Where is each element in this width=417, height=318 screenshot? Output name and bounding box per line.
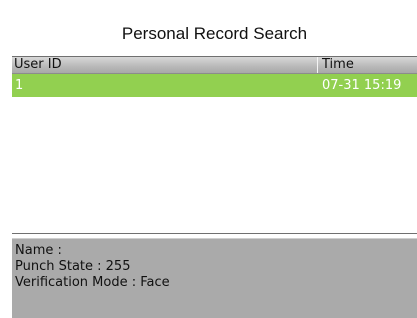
cell-time: 07-31 15:19 bbox=[322, 78, 402, 93]
detail-punch-state: Punch State : 255 bbox=[15, 259, 131, 274]
record-list[interactable]: User ID Time 1 07-31 15:19 bbox=[12, 56, 417, 234]
column-header-time: Time bbox=[322, 57, 354, 72]
record-details-panel: Name : Punch State : 255 Verification Mo… bbox=[12, 238, 417, 318]
column-header-user-id: User ID bbox=[14, 57, 62, 72]
table-header: User ID Time bbox=[12, 57, 417, 74]
column-divider bbox=[317, 57, 318, 73]
detail-verification-mode: Verification Mode : Face bbox=[15, 275, 170, 290]
table-row[interactable]: 1 07-31 15:19 bbox=[12, 74, 417, 97]
record-search-screen: Personal Record Search User ID Time 1 07… bbox=[12, 14, 417, 318]
page-title: Personal Record Search bbox=[12, 14, 417, 56]
detail-name: Name : bbox=[15, 243, 62, 258]
cell-user-id: 1 bbox=[15, 78, 24, 93]
